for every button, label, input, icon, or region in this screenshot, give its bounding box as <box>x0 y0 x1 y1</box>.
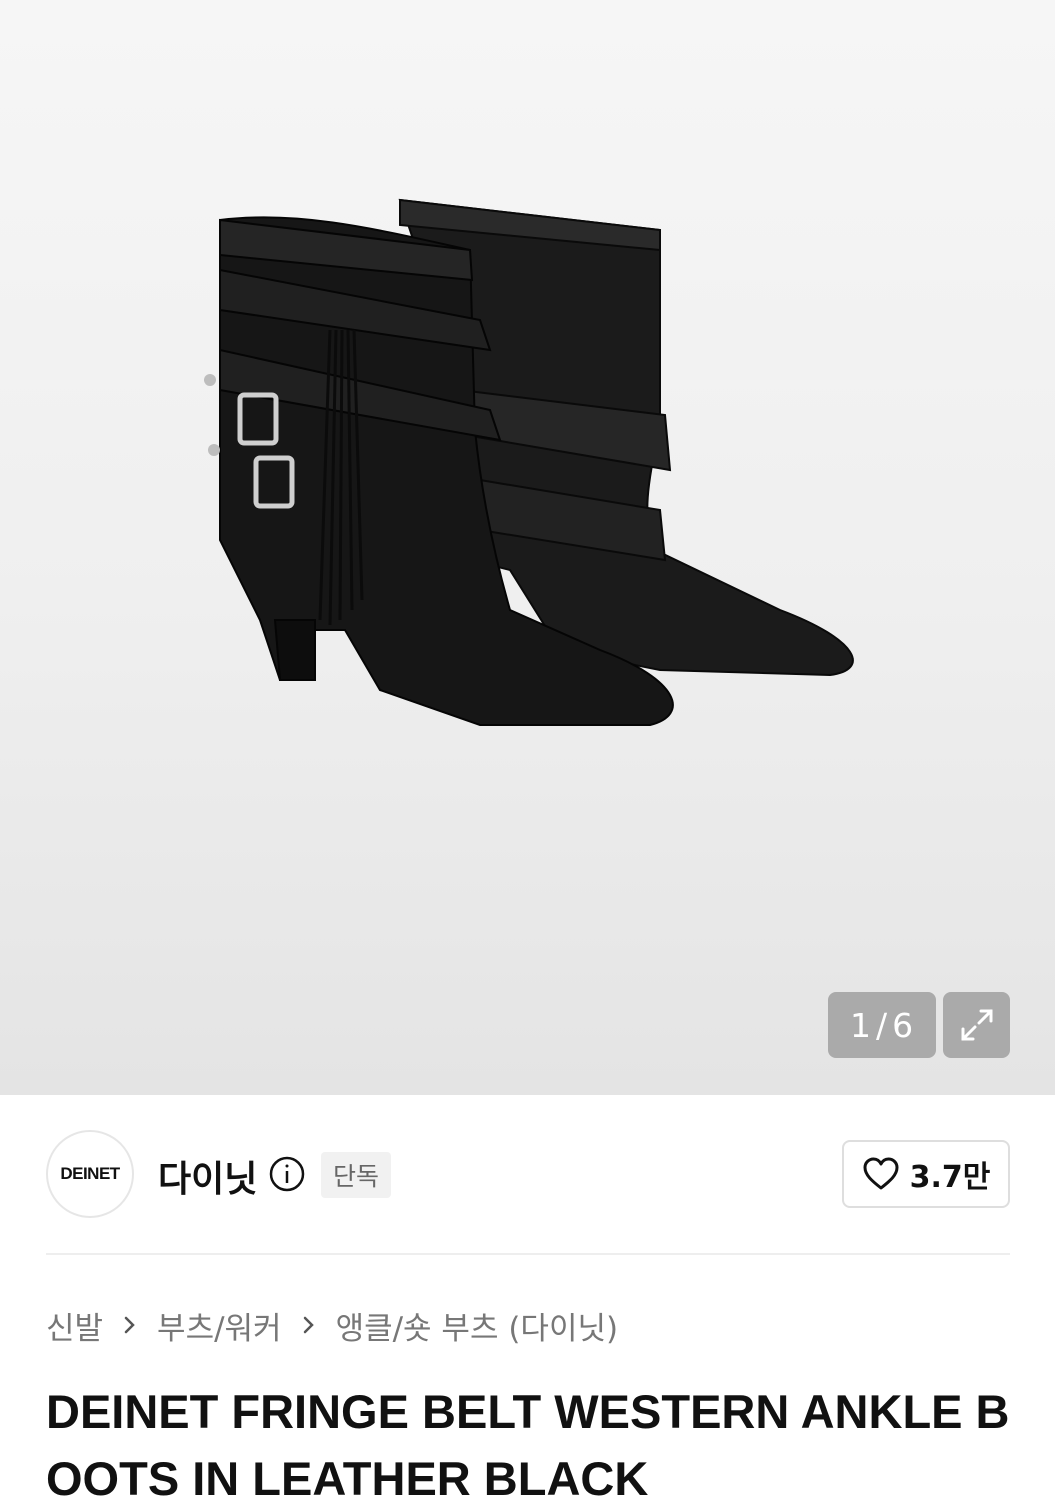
exclusive-badge: 단독 <box>321 1152 392 1198</box>
brand-row: DEINET 다이닛 단독 3.7만 <box>46 1130 1010 1220</box>
chevron-right-icon <box>292 1310 326 1340</box>
heart-icon <box>863 1157 899 1190</box>
like-button[interactable]: 3.7만 <box>842 1140 1010 1208</box>
like-count: 3.7만 <box>909 1160 991 1195</box>
brand-name[interactable]: 다이닛 <box>158 1150 257 1202</box>
info-icon[interactable] <box>268 1155 306 1193</box>
image-counter-separator: / <box>875 1005 889 1045</box>
breadcrumb: 신발 부츠/워커 앵클/숏 부츠 (다이닛) <box>46 1300 618 1350</box>
brand-logo[interactable]: DEINET <box>46 1130 134 1218</box>
product-title: DEINET FRINGE BELT WESTERN ANKLE BOOTS I… <box>46 1385 1010 1500</box>
brand-logo-text: DEINET <box>60 1164 120 1183</box>
breadcrumb-item-ankle-boots[interactable]: 앵클/숏 부츠 (다이닛) <box>336 1303 619 1348</box>
product-image-gallery[interactable]: 1 / 6 <box>0 0 1055 1095</box>
exclusive-badge-label: 단독 <box>333 1162 380 1191</box>
expand-image-button[interactable] <box>943 992 1010 1058</box>
breadcrumb-item-boots[interactable]: 부츠/워커 <box>157 1303 282 1348</box>
expand-icon <box>961 1009 992 1041</box>
divider <box>46 1253 1010 1255</box>
breadcrumb-item-shoes[interactable]: 신발 <box>46 1303 103 1348</box>
image-counter-current: 1 <box>849 1005 872 1045</box>
image-counter: 1 / 6 <box>828 992 936 1058</box>
chevron-right-icon <box>113 1310 147 1340</box>
image-counter-total: 6 <box>892 1005 915 1045</box>
product-image <box>204 198 854 726</box>
